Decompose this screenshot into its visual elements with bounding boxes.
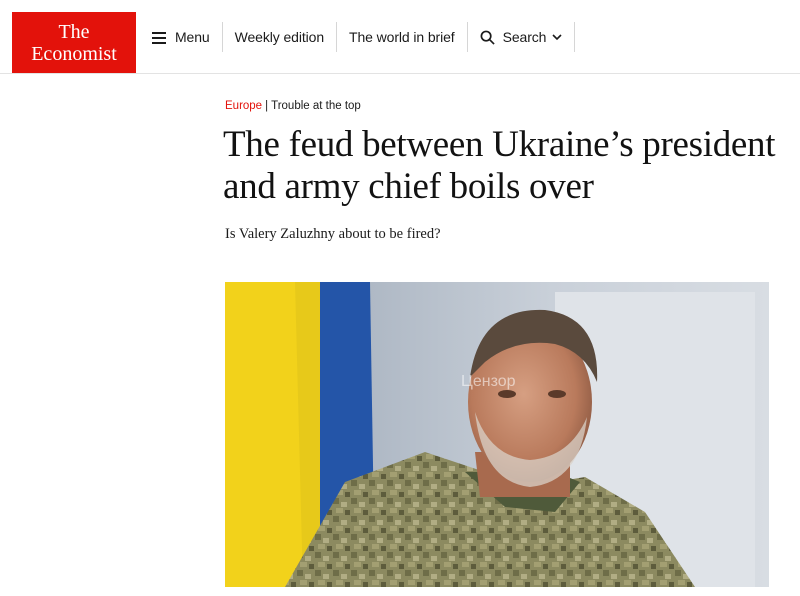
logo-line-2: Economist [31, 42, 117, 65]
portrait-photo: Цензор [225, 282, 769, 587]
logo-line-1: The [58, 20, 90, 43]
rubric-separator: | [265, 100, 269, 112]
article-standfirst: Is Valery Zaluzhny about to be fired? [225, 226, 441, 242]
rubric-text: Trouble at the top [271, 100, 361, 112]
photo-watermark: Цензор [461, 373, 516, 390]
world-in-brief-link[interactable]: The world in brief [337, 21, 467, 53]
section-link[interactable]: Europe [225, 100, 262, 112]
menu-label: Menu [175, 29, 210, 45]
main-nav: Menu Weekly edition The world in brief S… [140, 0, 576, 74]
article-rubric: Europe | Trouble at the top [225, 100, 361, 112]
hamburger-icon [152, 31, 166, 44]
chevron-down-icon [552, 34, 562, 41]
search-button[interactable]: Search [468, 21, 575, 53]
article-photo: Цензор [225, 282, 769, 587]
search-icon [480, 30, 495, 45]
menu-button[interactable]: Menu [140, 21, 222, 53]
weekly-edition-link[interactable]: Weekly edition [223, 21, 336, 53]
economist-logo[interactable]: The Economist [12, 12, 136, 73]
article-headline: The feud between Ukraine’s president and… [223, 124, 776, 207]
search-label: Search [502, 29, 547, 45]
nav-divider [574, 22, 576, 52]
top-navigation-bar: The Economist Menu Weekly edition The wo… [0, 0, 800, 74]
